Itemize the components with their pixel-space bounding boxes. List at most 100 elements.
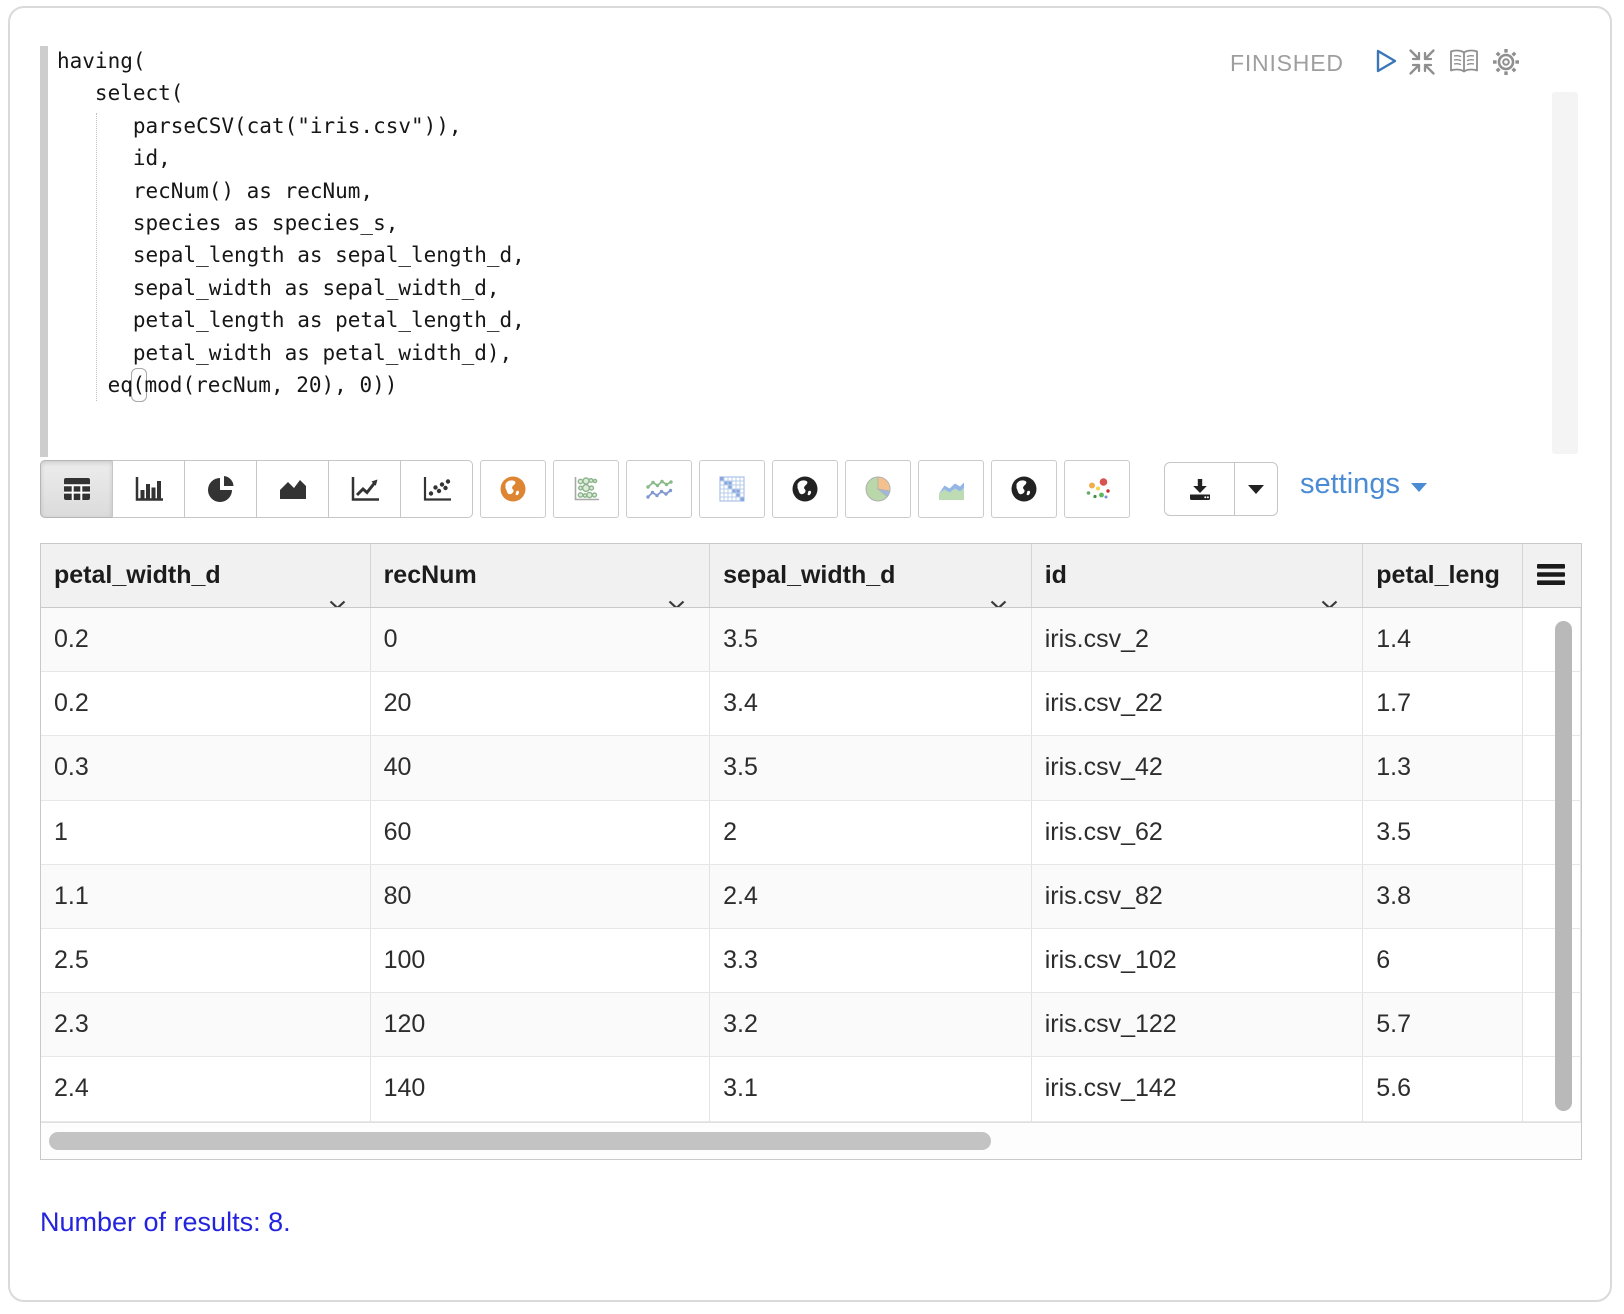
cell: 0.2 — [41, 608, 371, 671]
cell: 3.2 — [710, 993, 1032, 1056]
open-book-icon — [1446, 47, 1482, 77]
scatter-chart-icon — [422, 476, 452, 502]
settings-toggle[interactable]: settings — [1300, 468, 1427, 501]
code-line: species as species_s, — [57, 207, 1537, 239]
pie-chart-icon — [206, 475, 236, 503]
column-header[interactable]: sepal_width_d — [710, 544, 1032, 607]
horizontal-scrollbar-thumb[interactable] — [49, 1132, 991, 1150]
viz-button-bubble-matrix[interactable] — [553, 460, 619, 518]
visualization-toolbar — [40, 460, 1130, 518]
show-editor-button[interactable] — [1446, 47, 1482, 77]
scroll-gutter — [1523, 801, 1581, 864]
viz-button-multi-line[interactable] — [626, 460, 692, 518]
hamburger-menu-icon — [1537, 564, 1567, 587]
cell: 1.7 — [1363, 672, 1523, 735]
cell: 100 — [371, 929, 711, 992]
editor-scrollbar[interactable] — [1552, 92, 1578, 454]
chevron-down-icon — [1411, 483, 1427, 492]
viz-button-globe-dark-2[interactable] — [991, 460, 1057, 518]
code-line: petal_length as petal_length_d, — [57, 304, 1537, 336]
compress-icon — [1406, 46, 1438, 78]
column-header-label: petal_width_d — [54, 561, 221, 589]
cell: 3.3 — [710, 929, 1032, 992]
scroll-gutter — [1523, 993, 1581, 1056]
cell: iris.csv_22 — [1032, 672, 1364, 735]
column-header[interactable]: recNum — [371, 544, 711, 607]
cell: 60 — [371, 801, 711, 864]
bar-chart-icon — [134, 476, 164, 502]
chevron-down-icon[interactable] — [1321, 571, 1338, 607]
column-header[interactable]: petal_width_d — [41, 544, 371, 607]
cell: 2 — [710, 801, 1032, 864]
scroll-gutter — [1523, 672, 1581, 735]
scatter-color-icon — [1082, 475, 1112, 503]
code-editor[interactable]: having( select( parseCSV(cat("iris.csv")… — [57, 45, 1537, 401]
cell: 2.5 — [41, 929, 371, 992]
cell: iris.csv_82 — [1032, 865, 1364, 928]
code-line: recNum() as recNum, — [57, 175, 1537, 207]
viz-button-table[interactable] — [40, 460, 113, 518]
scroll-gutter — [1523, 929, 1581, 992]
pie-color-icon — [863, 475, 893, 503]
code-text: eq — [57, 373, 133, 397]
chevron-down-icon[interactable] — [668, 571, 685, 607]
run-button[interactable] — [1370, 46, 1400, 76]
viz-button-pie-color[interactable] — [845, 460, 911, 518]
cell: 2.3 — [41, 993, 371, 1056]
column-header[interactable]: id — [1032, 544, 1364, 607]
viz-button-area-color[interactable] — [918, 460, 984, 518]
download-button[interactable] — [1165, 463, 1234, 515]
viz-button-scatter-chart[interactable] — [400, 460, 473, 518]
viz-button-area-chart[interactable] — [256, 460, 329, 518]
bubble-matrix-icon — [571, 475, 601, 503]
globe-dark-icon — [1009, 475, 1039, 503]
cell: 20 — [371, 672, 711, 735]
globe-orange-icon — [498, 475, 528, 503]
column-menu-button[interactable] — [1523, 544, 1581, 607]
vertical-scrollbar[interactable] — [1555, 621, 1572, 1111]
cell: 5.6 — [1363, 1057, 1523, 1120]
globe-dark-icon — [790, 475, 820, 503]
code-line: id, — [57, 142, 1537, 174]
viz-button-heatmap[interactable] — [699, 460, 765, 518]
cell: 1.1 — [41, 865, 371, 928]
column-header[interactable]: petal_leng — [1363, 544, 1523, 607]
viz-button-line-chart[interactable] — [328, 460, 401, 518]
settings-label: settings — [1300, 468, 1400, 501]
cell: 140 — [371, 1057, 711, 1120]
paragraph-settings-button[interactable] — [1490, 46, 1522, 78]
play-icon — [1370, 46, 1400, 76]
cell: iris.csv_42 — [1032, 736, 1364, 799]
collapse-button[interactable] — [1406, 46, 1438, 78]
cell: 0.3 — [41, 736, 371, 799]
viz-button-globe-dark[interactable] — [772, 460, 838, 518]
cell: iris.csv_102 — [1032, 929, 1364, 992]
cell: 120 — [371, 993, 711, 1056]
download-options-button[interactable] — [1234, 463, 1277, 515]
cell: iris.csv_142 — [1032, 1057, 1364, 1120]
code-line: parseCSV(cat("iris.csv")), — [57, 110, 1537, 142]
viz-button-bar-chart[interactable] — [112, 460, 185, 518]
viz-button-map-orange[interactable] — [480, 460, 546, 518]
table-row: 2.4 140 3.1 iris.csv_142 5.6 — [41, 1057, 1581, 1121]
gear-icon — [1490, 46, 1522, 78]
cell: 2.4 — [41, 1057, 371, 1120]
viz-button-pie-chart[interactable] — [184, 460, 257, 518]
chevron-down-icon[interactable] — [990, 571, 1007, 607]
cell: iris.csv_62 — [1032, 801, 1364, 864]
paragraph-status: FINISHED — [1230, 50, 1344, 77]
download-icon — [1185, 476, 1215, 502]
editor-gutter — [40, 46, 48, 457]
heatmap-icon — [717, 475, 747, 503]
column-header-label: sepal_width_d — [723, 561, 895, 589]
chevron-down-icon — [1248, 485, 1264, 494]
cell: 3.1 — [710, 1057, 1032, 1120]
table-row: 0.2 0 3.5 iris.csv_2 1.4 — [41, 608, 1581, 672]
chevron-down-icon[interactable] — [329, 571, 346, 607]
cell: iris.csv_2 — [1032, 608, 1364, 671]
horizontal-scrollbar-track[interactable] — [41, 1122, 1581, 1159]
cell: 1 — [41, 801, 371, 864]
code-line: sepal_width as sepal_width_d, — [57, 272, 1537, 304]
cell: 3.5 — [710, 736, 1032, 799]
viz-button-scatter-color[interactable] — [1064, 460, 1130, 518]
